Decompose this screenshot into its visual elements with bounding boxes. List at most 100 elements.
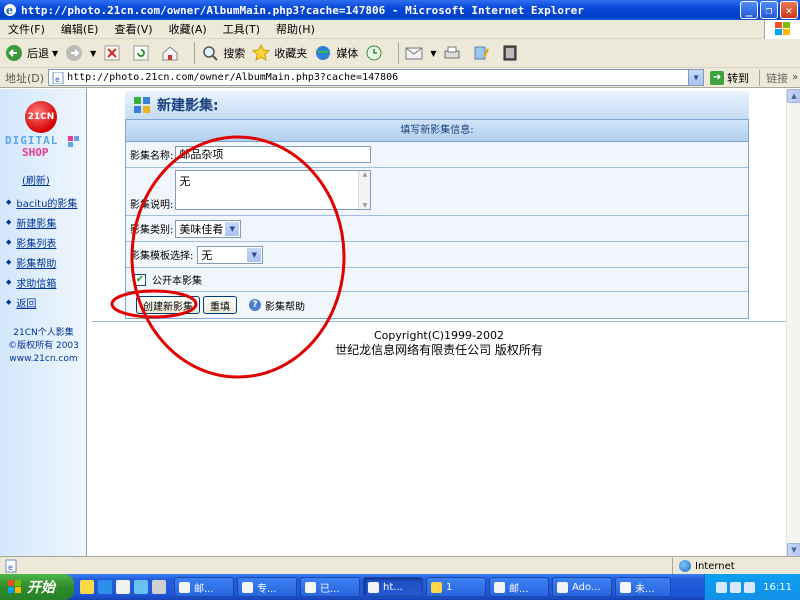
row-album-category: 影集类别: 美味佳肴 ▼ bbox=[126, 216, 748, 242]
album-template-value: 无 bbox=[201, 248, 213, 262]
title-bar[interactable]: e http://photo.21cn.com/owner/AlbumMain.… bbox=[0, 0, 800, 20]
history-button[interactable] bbox=[364, 43, 387, 63]
sidebar-item-my-albums[interactable]: ◆ bacitu的影集 bbox=[6, 192, 77, 212]
printer-icon bbox=[442, 43, 462, 63]
task-button[interactable]: 专... bbox=[237, 577, 297, 597]
security-zone: Internet bbox=[672, 558, 735, 574]
task-button[interactable]: Ado... bbox=[552, 577, 612, 597]
sidebar-item-help-mailbox[interactable]: ◆ 求助信箱 bbox=[6, 272, 77, 292]
links-button[interactable]: 链接 bbox=[759, 69, 788, 86]
favorites-button[interactable]: 收藏夹 bbox=[251, 43, 307, 63]
puzzle-icon bbox=[134, 97, 150, 113]
create-album-button[interactable]: 创建新影集 bbox=[136, 296, 200, 314]
album-category-select[interactable]: 美味佳肴 ▼ bbox=[175, 219, 242, 238]
close-button[interactable]: ✕ bbox=[780, 1, 798, 19]
menu-help[interactable]: 帮助(H) bbox=[268, 21, 323, 37]
standard-toolbar: 后退 ▼ ▼ 搜索 收藏夹 媒体 ▼ bbox=[0, 39, 800, 68]
task-label: Ado... bbox=[572, 581, 601, 593]
app-icon[interactable] bbox=[152, 580, 166, 594]
task-label: 专... bbox=[257, 583, 277, 595]
album-template-select[interactable]: 无 ▼ bbox=[197, 245, 264, 264]
media-button[interactable]: 媒体 bbox=[313, 43, 358, 63]
address-bar: 地址(D) e http://photo.21cn.com/owner/Albu… bbox=[0, 68, 800, 88]
address-url: http://photo.21cn.com/owner/AlbumMain.ph… bbox=[67, 72, 399, 83]
links-chevron-icon[interactable]: » bbox=[792, 72, 798, 83]
menu-file[interactable]: 文件(F) bbox=[0, 21, 53, 37]
task-button[interactable]: 邮... bbox=[489, 577, 549, 597]
sidebar-footer-line: ©版权所有 2003 bbox=[8, 341, 79, 351]
start-button[interactable]: 开始 bbox=[0, 574, 74, 600]
textarea-scrollbar[interactable]: ▲ ▼ bbox=[358, 170, 371, 209]
task-button[interactable]: 未... bbox=[615, 577, 671, 597]
sidebar-item-back[interactable]: ◆ 返回 bbox=[6, 292, 77, 312]
album-name-input[interactable]: 邮品杂项 bbox=[175, 146, 372, 163]
mail-button[interactable]: ▼ bbox=[404, 43, 436, 63]
sidebar-item-label: bacitu的影集 bbox=[16, 198, 78, 210]
back-button[interactable]: 后退 ▼ bbox=[4, 43, 58, 63]
go-button[interactable]: ➜ 转到 bbox=[710, 70, 749, 86]
app-icon[interactable] bbox=[116, 580, 130, 594]
divider bbox=[92, 321, 786, 322]
qq-icon[interactable] bbox=[80, 580, 94, 594]
start-label: 开始 bbox=[27, 580, 55, 596]
clock[interactable]: 16:11 bbox=[763, 582, 792, 593]
sidebar-item-new-album[interactable]: ◆ 新建影集 bbox=[6, 212, 77, 232]
minimize-button[interactable]: _ bbox=[740, 1, 758, 19]
history-icon bbox=[364, 43, 384, 63]
scroll-up-icon[interactable]: ▲ bbox=[787, 89, 800, 103]
sidebar-item-album-help[interactable]: ◆ 影集帮助 bbox=[6, 252, 77, 272]
menu-edit[interactable]: 编辑(E) bbox=[53, 21, 107, 37]
bullet-icon: ◆ bbox=[6, 218, 12, 226]
menu-tools[interactable]: 工具(T) bbox=[215, 21, 268, 37]
forward-arrow-icon bbox=[64, 43, 84, 63]
tray-icon[interactable] bbox=[730, 581, 742, 593]
refresh-button[interactable] bbox=[131, 43, 154, 63]
window-icon bbox=[242, 581, 253, 593]
reset-button[interactable]: 重填 bbox=[203, 296, 237, 314]
desktop-icon[interactable] bbox=[134, 580, 148, 594]
bullet-icon: ◆ bbox=[6, 258, 12, 266]
refresh-link[interactable]: (刷新) bbox=[22, 172, 50, 187]
svg-text:e: e bbox=[55, 75, 60, 84]
forward-button[interactable]: ▼ bbox=[64, 43, 96, 63]
album-desc-value: 无 bbox=[179, 174, 191, 188]
album-help-link[interactable]: ? 影集帮助 bbox=[249, 298, 305, 313]
windows-flag-icon bbox=[8, 580, 21, 593]
print-button[interactable] bbox=[442, 43, 465, 63]
chevron-down-icon: ▼ bbox=[247, 247, 262, 262]
edit-button[interactable] bbox=[471, 43, 494, 63]
stop-icon bbox=[102, 43, 122, 63]
task-button[interactable]: 邮... bbox=[174, 577, 234, 597]
media-globe-icon bbox=[313, 43, 333, 63]
task-button[interactable]: 1 bbox=[426, 577, 486, 597]
task-button[interactable]: 已... bbox=[300, 577, 360, 597]
home-button[interactable] bbox=[160, 43, 183, 63]
sidebar-footer: 21CN个人影集 ©版权所有 2003 www.21cn.com bbox=[0, 327, 87, 366]
album-desc-textarea[interactable]: 无 ▲ ▼ bbox=[175, 169, 372, 210]
back-label: 后退 bbox=[27, 47, 49, 60]
row-album-name: 影集名称: 邮品杂项 bbox=[126, 142, 748, 168]
menu-view[interactable]: 查看(V) bbox=[106, 21, 160, 37]
public-checkbox[interactable]: ✔ bbox=[134, 273, 146, 286]
address-dropdown-icon[interactable]: ▼ bbox=[688, 70, 704, 85]
logo-21cn[interactable]: 21CN bbox=[25, 101, 57, 133]
menu-favorites[interactable]: 收藏(A) bbox=[161, 21, 215, 37]
scroll-down-icon[interactable]: ▼ bbox=[787, 543, 800, 557]
stop-button[interactable] bbox=[102, 43, 125, 63]
ie-icon[interactable] bbox=[98, 580, 112, 594]
tray-icon[interactable] bbox=[716, 581, 728, 593]
maximize-button[interactable]: ❐ bbox=[760, 1, 778, 19]
tray-icon[interactable] bbox=[744, 581, 756, 593]
album-template-label: 影集模板选择: bbox=[130, 251, 194, 262]
logo-square-icon bbox=[74, 136, 79, 141]
bullet-icon: ◆ bbox=[6, 278, 12, 286]
messenger-button[interactable] bbox=[500, 43, 523, 63]
home-icon bbox=[160, 43, 180, 63]
address-input[interactable]: e http://photo.21cn.com/owner/AlbumMain.… bbox=[48, 69, 705, 86]
sidebar-item-album-list[interactable]: ◆ 影集列表 bbox=[6, 232, 77, 252]
vertical-scrollbar[interactable]: ▲ ▼ bbox=[786, 89, 800, 557]
search-button[interactable]: 搜索 bbox=[200, 43, 245, 63]
ie-logo-icon: e bbox=[4, 4, 16, 17]
logo-square-icon bbox=[68, 136, 73, 141]
task-button-active[interactable]: ht... bbox=[363, 577, 423, 597]
